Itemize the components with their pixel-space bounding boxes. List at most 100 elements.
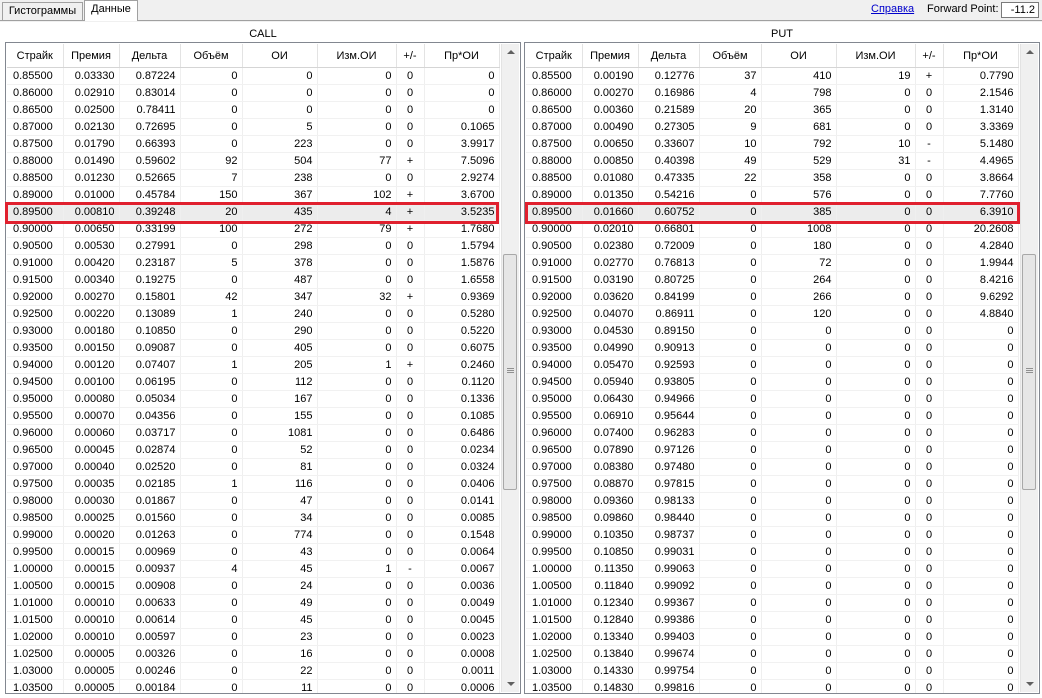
- table-row[interactable]: 0.88000 0.00850 0.40398 49 529 31-4.4965: [526, 152, 1019, 170]
- column-header[interactable]: Страйк: [526, 44, 583, 68]
- table-row[interactable]: 0.91000 0.02770 0.76813 0 72 0 0 1.9944: [526, 254, 1019, 272]
- table-row[interactable]: 1.02000 0.13340 0.99403 0 0 0 0 0: [526, 628, 1019, 646]
- column-header[interactable]: Пр*ОИ: [424, 44, 500, 68]
- table-row[interactable]: 1.00500 0.00015 0.00908 0 24 0 0 0.0036: [7, 577, 500, 595]
- table-row[interactable]: 1.01500 0.00010 0.00614 0 45 0 0 0.0045: [7, 611, 500, 629]
- table-row[interactable]: 1.00000 0.00015 0.00937 4 45 1-0.0067: [7, 560, 500, 578]
- table-row[interactable]: 0.92000 0.03620 0.84199 0 266 0 0 9.6292: [526, 288, 1019, 306]
- table-row[interactable]: 0.87000 0.00490 0.27305 9 681 0 0 3.3369: [526, 118, 1019, 136]
- table-row[interactable]: 0.98500 0.09860 0.98440 0 0 0 0 0: [526, 509, 1019, 527]
- table-row[interactable]: 0.98000 0.09360 0.98133 0 0 0 0 0: [526, 492, 1019, 510]
- table-row[interactable]: 0.97500 0.00035 0.02185 1 116 0 0 0.0406: [7, 475, 500, 493]
- table-row[interactable]: 0.91000 0.00420 0.23187 5 378 0 0 1.5876: [7, 254, 500, 272]
- column-header[interactable]: Изм.ОИ: [317, 44, 397, 68]
- table-row[interactable]: 1.03500 0.14830 0.99816 0 0 0 0 0: [526, 679, 1019, 693]
- call-scroll-up-button[interactable]: [502, 44, 519, 61]
- table-row[interactable]: 0.90000 0.02010 0.66801 0 1008 0 0 20.2608: [526, 220, 1019, 238]
- table-row[interactable]: 0.85500 0.03330 0.87224 0 0 0 0 0: [7, 67, 500, 85]
- column-header[interactable]: Дельта: [119, 44, 181, 68]
- table-row[interactable]: 0.87500 0.01790 0.66393 0 223 0 0 3.9917: [7, 135, 500, 153]
- table-row[interactable]: 0.88500 0.01230 0.52665 7 238 0 0 2.9274: [7, 169, 500, 187]
- table-row[interactable]: 0.90000 0.00650 0.33199 100 272 79 +1.7680: [7, 220, 500, 238]
- call-vertical-scrollbar[interactable]: [501, 44, 519, 692]
- column-header[interactable]: ОИ: [761, 44, 837, 68]
- column-header[interactable]: +/-: [396, 44, 425, 68]
- table-row[interactable]: 1.00000 0.11350 0.99063 0 0 0 0 0: [526, 560, 1019, 578]
- tab-data[interactable]: Данные: [84, 0, 138, 21]
- help-link[interactable]: Справка: [871, 3, 914, 15]
- column-header[interactable]: Страйк: [7, 44, 64, 68]
- call-grid[interactable]: Страйк Премия Дельта Объём ОИ Изм.ОИ +/- Пр*ОИ …: [5, 42, 521, 694]
- table-row[interactable]: 0.93500 0.00150 0.09087 0 405 0 0 0.6075: [7, 339, 500, 357]
- table-row[interactable]: 1.03000 0.14330 0.99754 0 0 0 0 0: [526, 662, 1019, 680]
- table-row[interactable]: 0.89000 0.01000 0.45784 150 367 102 +3.6700: [7, 186, 500, 204]
- table-row[interactable]: 0.92500 0.00220 0.13089 1 240 0 0 0.5280: [7, 305, 500, 323]
- table-row[interactable]: 0.96000 0.07400 0.96283 0 0 0 0 0: [526, 424, 1019, 442]
- table-row[interactable]: 0.96500 0.07890 0.97126 0 0 0 0 0: [526, 441, 1019, 459]
- call-scroll-thumb[interactable]: [503, 254, 517, 490]
- put-scroll-thumb[interactable]: [1022, 254, 1036, 490]
- table-row[interactable]: 1.01000 0.00010 0.00633 0 49 0 0 0.0049: [7, 594, 500, 612]
- table-row[interactable]: 1.00500 0.11840 0.99092 0 0 0 0 0: [526, 577, 1019, 595]
- table-row[interactable]: 1.01000 0.12340 0.99367 0 0 0 0 0: [526, 594, 1019, 612]
- put-vertical-scrollbar[interactable]: [1020, 44, 1038, 692]
- table-row[interactable]: 0.93000 0.00180 0.10850 0 290 0 0 0.5220: [7, 322, 500, 340]
- table-row[interactable]: 0.94500 0.05940 0.93805 0 0 0 0 0: [526, 373, 1019, 391]
- table-row[interactable]: 0.95000 0.00080 0.05034 0 167 0 0 0.1336: [7, 390, 500, 408]
- table-row[interactable]: 0.90500 0.02380 0.72009 0 180 0 0 4.2840: [526, 237, 1019, 255]
- column-header[interactable]: +/-: [915, 44, 944, 68]
- table-row[interactable]: 0.95500 0.06910 0.95644 0 0 0 0 0: [526, 407, 1019, 425]
- tab-histograms[interactable]: Гистограммы: [2, 2, 83, 20]
- table-row[interactable]: 1.02500 0.13840 0.99674 0 0 0 0 0: [526, 645, 1019, 663]
- column-header[interactable]: Изм.ОИ: [836, 44, 916, 68]
- table-row[interactable]: 0.98500 0.00025 0.01560 0 34 0 0 0.0085: [7, 509, 500, 527]
- table-row[interactable]: 0.94000 0.00120 0.07407 1 205 1 +0.2460: [7, 356, 500, 374]
- table-row[interactable]: 0.88500 0.01080 0.47335 22 358 0 0 3.8664: [526, 169, 1019, 187]
- table-row[interactable]: 0.85500 0.00190 0.12776 37 410 19 +0.7790: [526, 67, 1019, 85]
- table-row[interactable]: 0.93000 0.04530 0.89150 0 0 0 0 0: [526, 322, 1019, 340]
- put-scroll-down-button[interactable]: [1021, 675, 1038, 692]
- table-row[interactable]: 1.02500 0.00005 0.00326 0 16 0 0 0.0008: [7, 645, 500, 663]
- forward-point-field[interactable]: -11.2: [1001, 2, 1039, 18]
- table-row[interactable]: 1.03500 0.00005 0.00184 0 11 0 0 0.0006: [7, 679, 500, 693]
- table-row[interactable]: 0.88000 0.01490 0.59602 92 504 77 +7.5096: [7, 152, 500, 170]
- table-row[interactable]: 0.87000 0.02130 0.72695 0 5 0 0 0.1065: [7, 118, 500, 136]
- table-row[interactable]: 0.97000 0.08380 0.97480 0 0 0 0 0: [526, 458, 1019, 476]
- table-row[interactable]: 0.89500 0.01660 0.60752 0 385 0 0 6.3910: [526, 203, 1019, 221]
- table-row[interactable]: 0.99500 0.10850 0.99031 0 0 0 0 0: [526, 543, 1019, 561]
- column-header[interactable]: Премия: [582, 44, 639, 68]
- table-row[interactable]: 0.99500 0.00015 0.00969 0 43 0 0 0.0064: [7, 543, 500, 561]
- table-row[interactable]: 0.95000 0.06430 0.94966 0 0 0 0 0: [526, 390, 1019, 408]
- table-row[interactable]: 0.99000 0.10350 0.98737 0 0 0 0 0: [526, 526, 1019, 544]
- column-header[interactable]: Объём: [180, 44, 243, 68]
- table-row[interactable]: 0.86000 0.00270 0.16986 4 798 0 0 2.1546: [526, 84, 1019, 102]
- put-scroll-up-button[interactable]: [1021, 44, 1038, 61]
- put-grid[interactable]: Страйк Премия Дельта Объём ОИ Изм.ОИ +/- Пр*ОИ …: [524, 42, 1040, 694]
- table-row[interactable]: 1.01500 0.12840 0.99386 0 0 0 0 0: [526, 611, 1019, 629]
- column-header[interactable]: Пр*ОИ: [943, 44, 1019, 68]
- table-row[interactable]: 0.96000 0.00060 0.03717 0 1081 0 0 0.6486: [7, 424, 500, 442]
- table-row[interactable]: 0.92000 0.00270 0.15801 42 347 32 +0.9369: [7, 288, 500, 306]
- table-row[interactable]: 0.95500 0.00070 0.04356 0 155 0 0 0.1085: [7, 407, 500, 425]
- table-row[interactable]: 0.93500 0.04990 0.90913 0 0 0 0 0: [526, 339, 1019, 357]
- column-header[interactable]: ОИ: [242, 44, 318, 68]
- table-row[interactable]: 0.98000 0.00030 0.01867 0 47 0 0 0.0141: [7, 492, 500, 510]
- table-row[interactable]: 0.91500 0.00340 0.19275 0 487 0 0 1.6558: [7, 271, 500, 289]
- table-row[interactable]: 0.89500 0.00810 0.39248 20 435 4 +3.5235: [7, 203, 500, 221]
- column-header[interactable]: Дельта: [638, 44, 700, 68]
- table-row[interactable]: 0.96500 0.00045 0.02874 0 52 0 0 0.0234: [7, 441, 500, 459]
- table-row[interactable]: 0.86500 0.02500 0.78411 0 0 0 0 0: [7, 101, 500, 119]
- table-row[interactable]: 0.86000 0.02910 0.83014 0 0 0 0 0: [7, 84, 500, 102]
- table-row[interactable]: 0.86500 0.00360 0.21589 20 365 0 0 1.3140: [526, 101, 1019, 119]
- call-scroll-down-button[interactable]: [502, 675, 519, 692]
- table-row[interactable]: 0.91500 0.03190 0.80725 0 264 0 0 8.4216: [526, 271, 1019, 289]
- table-row[interactable]: 0.99000 0.00020 0.01263 0 774 0 0 0.1548: [7, 526, 500, 544]
- table-row[interactable]: 1.02000 0.00010 0.00597 0 23 0 0 0.0023: [7, 628, 500, 646]
- table-row[interactable]: 0.94000 0.05470 0.92593 0 0 0 0 0: [526, 356, 1019, 374]
- table-row[interactable]: 0.92500 0.04070 0.86911 0 120 0 0 4.8840: [526, 305, 1019, 323]
- table-row[interactable]: 0.87500 0.00650 0.33607 10 792 10-5.1480: [526, 135, 1019, 153]
- column-header[interactable]: Объём: [699, 44, 762, 68]
- table-row[interactable]: 0.97000 0.00040 0.02520 0 81 0 0 0.0324: [7, 458, 500, 476]
- table-row[interactable]: 0.97500 0.08870 0.97815 0 0 0 0 0: [526, 475, 1019, 493]
- table-row[interactable]: 0.89000 0.01350 0.54216 0 576 0 0 7.7760: [526, 186, 1019, 204]
